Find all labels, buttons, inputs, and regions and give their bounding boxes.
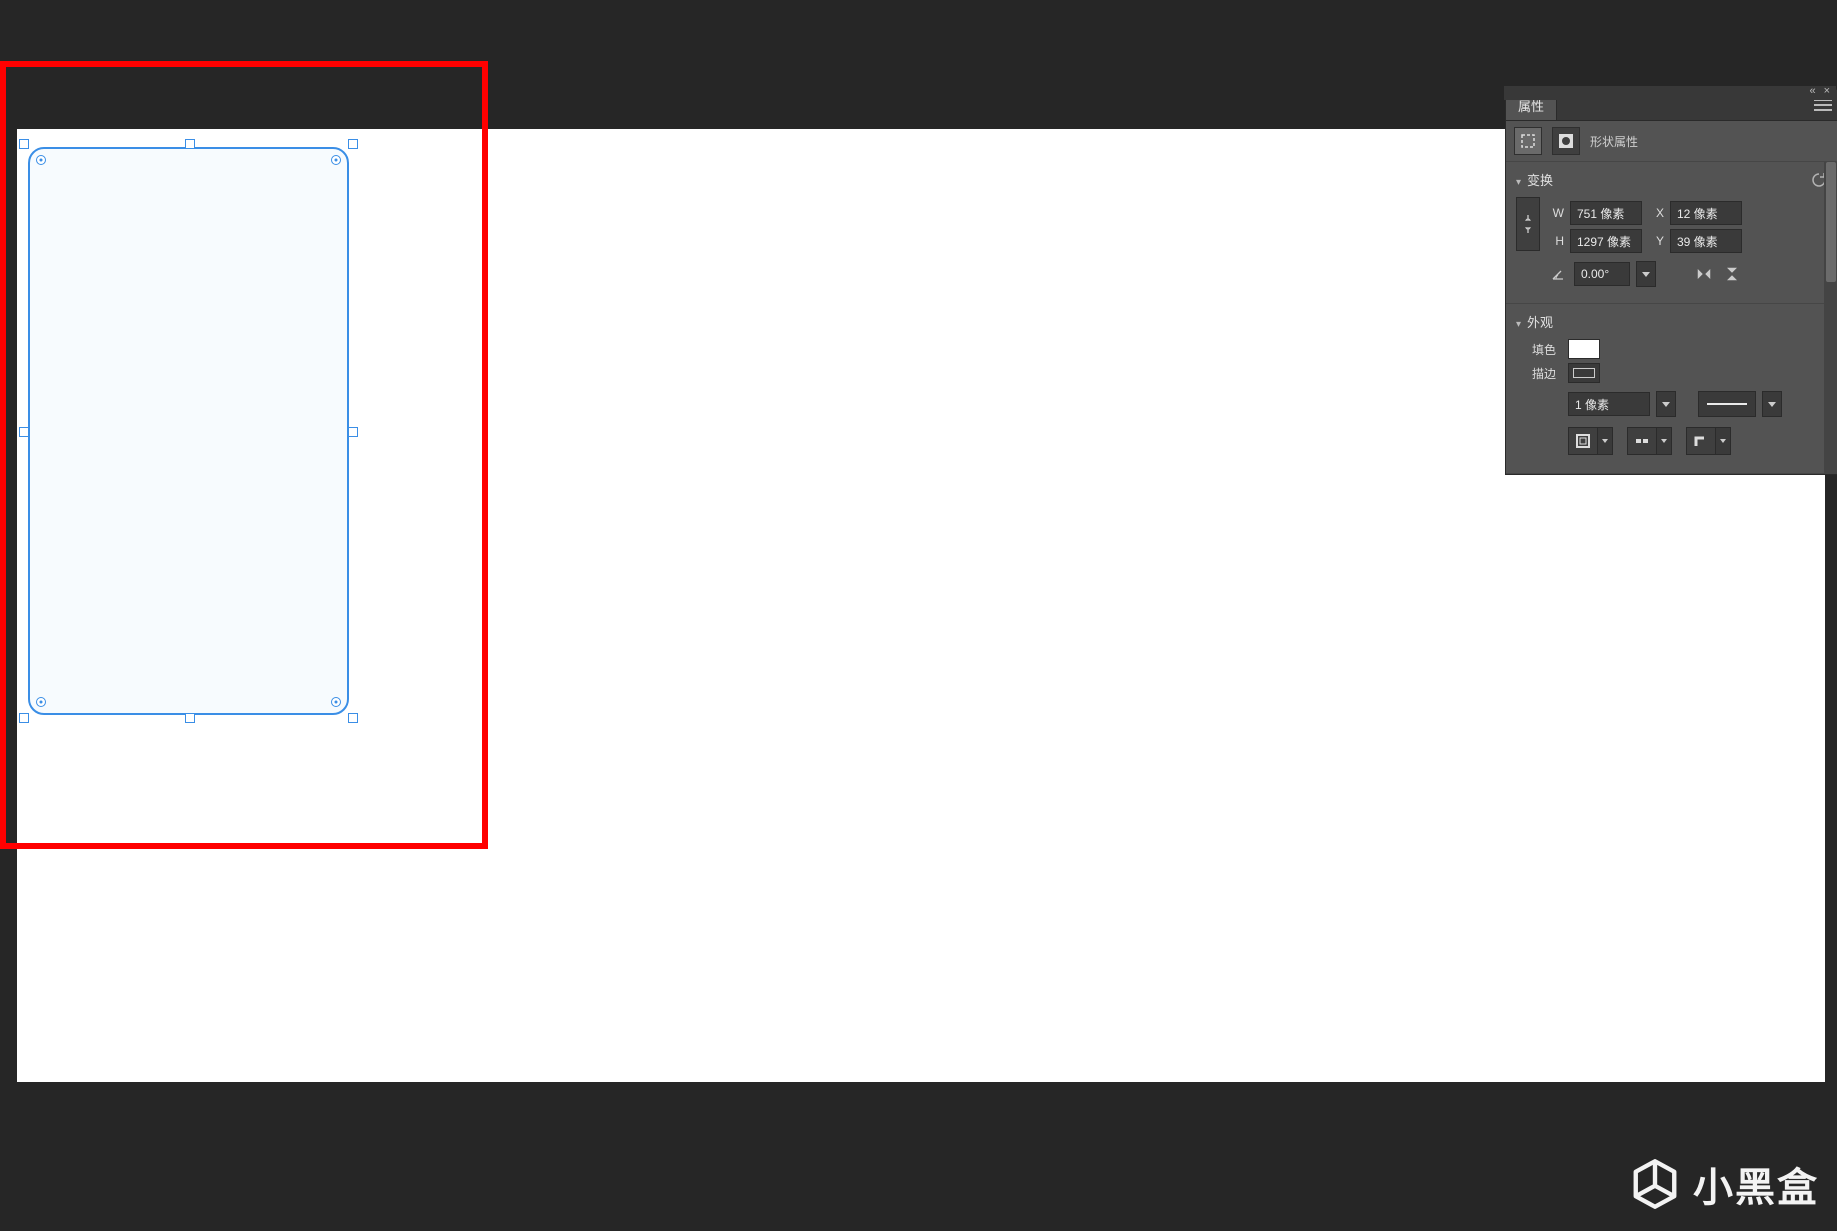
panel-subtitle: 形状属性 [1590,133,1638,150]
section-transform-title: 变换 [1527,173,1553,188]
panel-subheader: 形状属性 [1506,121,1837,162]
section-transform: ▾ 变换 W X [1506,162,1837,304]
width-label: W [1548,206,1564,220]
chevron-down-icon[interactable]: ▾ [1516,177,1521,188]
stroke-caps-icon[interactable] [1627,427,1657,455]
fill-color-swatch[interactable] [1568,339,1600,359]
chevron-down-icon[interactable]: ▾ [1516,319,1521,330]
corner-radius-handle-br[interactable] [331,697,341,707]
stroke-label: 描边 [1516,365,1556,382]
rotation-input[interactable] [1574,262,1630,286]
x-input[interactable] [1670,201,1742,225]
link-width-height-icon[interactable] [1516,197,1540,251]
stroke-color-swatch[interactable] [1568,363,1600,383]
stroke-style-preview[interactable] [1698,391,1756,417]
angle-icon [1548,267,1568,281]
corner-radius-handle-bl[interactable] [36,697,46,707]
stroke-corners-icon[interactable] [1686,427,1716,455]
y-input[interactable] [1670,229,1742,253]
x-label: X [1648,206,1664,220]
stroke-weight-input[interactable] [1568,392,1650,416]
stroke-corners-dropdown[interactable] [1716,427,1731,455]
stroke-align-dropdown[interactable] [1598,427,1613,455]
height-label: H [1548,234,1564,248]
panel-collapse-icon[interactable]: « [1809,86,1815,100]
panel-close-icon[interactable]: × [1824,86,1830,100]
selected-shape[interactable] [28,147,349,715]
watermark: 小黑盒 [1627,1155,1819,1213]
fill-label: 填色 [1516,341,1556,358]
corner-radius-handle-tl[interactable] [36,155,46,165]
stroke-align-icon[interactable] [1568,427,1598,455]
flip-horizontal-icon[interactable] [1694,264,1714,284]
height-input[interactable] [1570,229,1642,253]
rotation-dropdown[interactable] [1636,261,1656,287]
mask-mode-icon[interactable] [1552,127,1580,155]
panel-scrollbar-track[interactable] [1824,162,1837,474]
stroke-caps-dropdown[interactable] [1657,427,1672,455]
panel-window-controls: « × [1504,86,1836,100]
y-label: Y [1648,234,1664,248]
stroke-style-dropdown[interactable] [1762,391,1782,417]
watermark-text: 小黑盒 [1693,1155,1819,1213]
section-appearance: ▾ 外观 填色 描边 [1506,304,1837,474]
watermark-logo-icon [1627,1156,1683,1212]
corner-radius-handle-tr[interactable] [331,155,341,165]
width-input[interactable] [1570,201,1642,225]
panel-scrollbar-thumb[interactable] [1826,162,1836,282]
section-appearance-title: 外观 [1527,315,1553,330]
flip-vertical-icon[interactable] [1722,264,1742,284]
properties-panel: « × 属性 形状属性 ▾变换 [1505,89,1837,475]
app-root: « × 属性 形状属性 ▾变换 [0,0,1837,1231]
live-shape-mode-icon[interactable] [1514,127,1542,155]
stroke-options-row [1568,427,1828,455]
stroke-weight-dropdown[interactable] [1656,391,1676,417]
panel-menu-icon[interactable] [1814,99,1832,111]
